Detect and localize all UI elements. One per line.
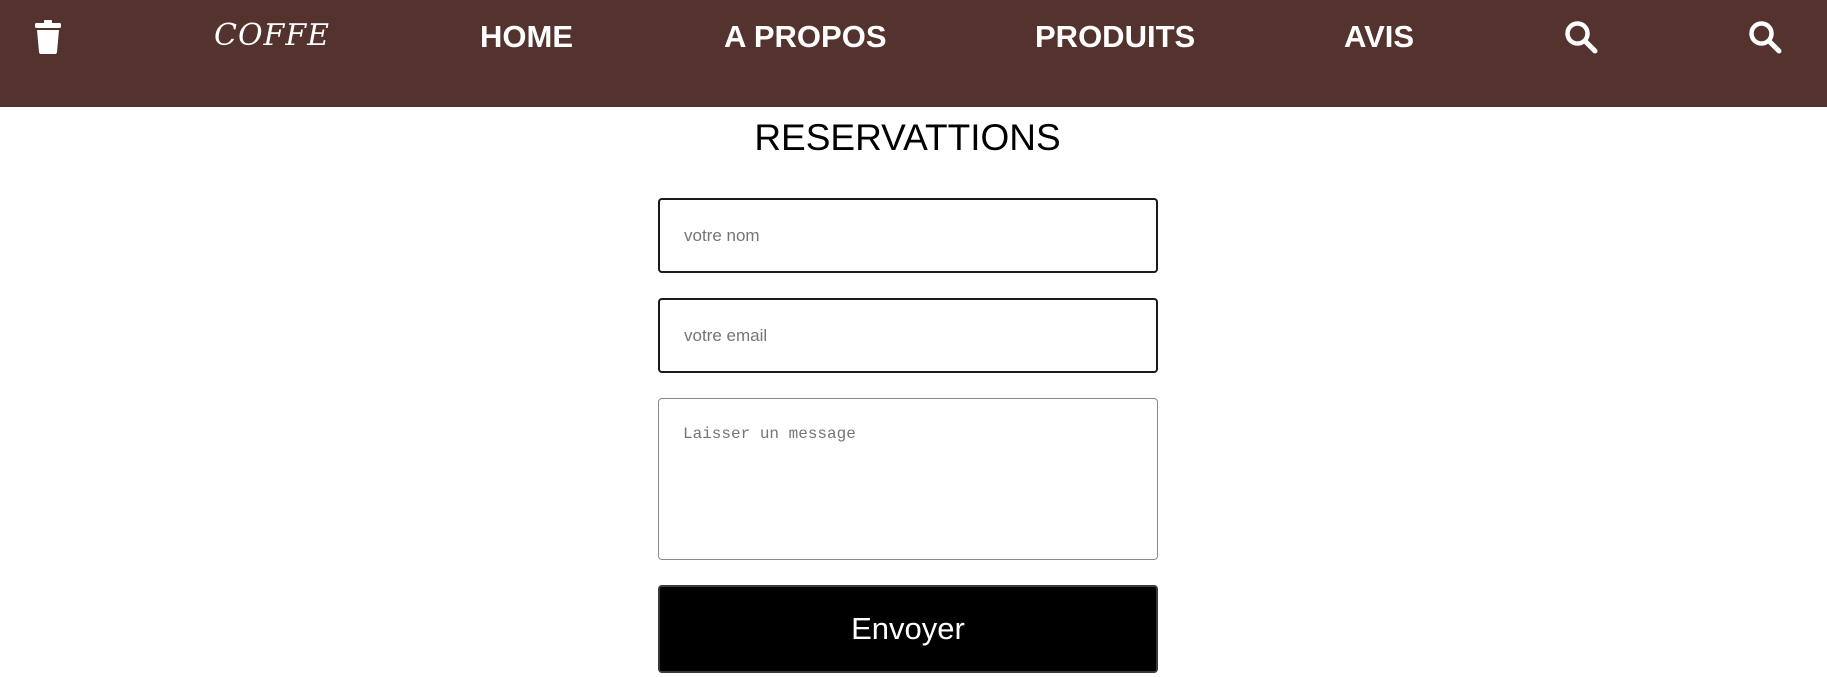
site-logo[interactable]: COFFE [214, 14, 330, 58]
nav-link-produits[interactable]: PRODUITS [1035, 17, 1195, 57]
search-icon[interactable] [1745, 17, 1785, 57]
search-icon[interactable] [1561, 17, 1601, 57]
trash-can-icon[interactable] [28, 17, 68, 57]
navbar: COFFE HOME A PROPOS PRODUITS AVIS [0, 0, 1827, 107]
email-input[interactable] [658, 298, 1158, 373]
name-input[interactable] [658, 198, 1158, 273]
page-title: RESERVATTIONS [754, 117, 1061, 158]
nav-link-home[interactable]: HOME [480, 17, 573, 57]
nav-link-avis[interactable]: AVIS [1344, 17, 1414, 57]
message-textarea[interactable] [658, 398, 1158, 560]
nav-link-a-propos[interactable]: A PROPOS [724, 17, 887, 57]
submit-button[interactable]: Envoyer [658, 585, 1158, 673]
